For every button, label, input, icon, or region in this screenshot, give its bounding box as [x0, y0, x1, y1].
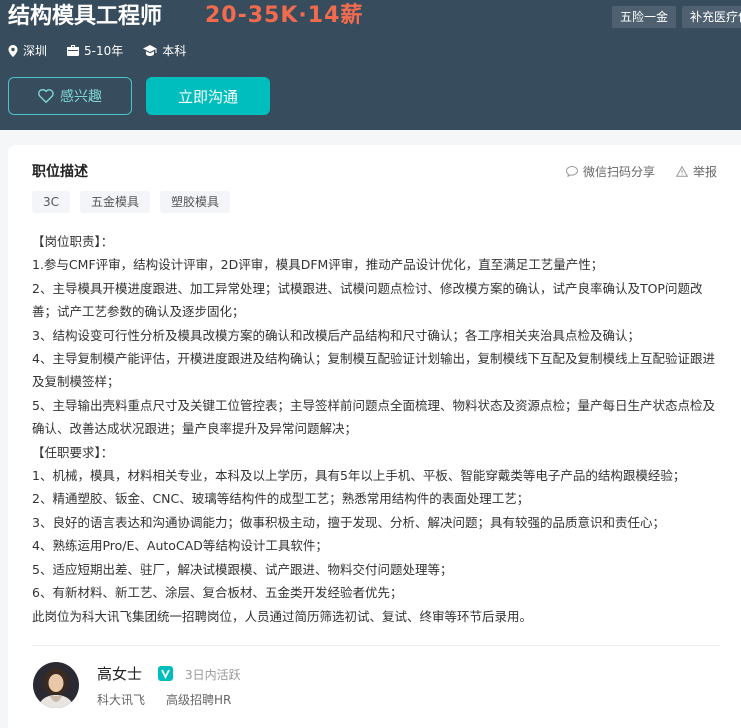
divider [32, 645, 720, 646]
interest-button[interactable]: 感兴趣 [8, 77, 132, 115]
job-title: 结构模具工程师 [8, 4, 163, 29]
education-label: 本科 [162, 44, 187, 58]
description-line: 4、主导复制模产能评估，开模进度跟进及结构确认；复制模互配验证计划输出，复制模线… [32, 351, 715, 390]
skill-tag: 3C [32, 191, 71, 213]
description-line: 6、有新材料、新工艺、涂层、复合板材、五金类开发经验者优先； [32, 585, 403, 601]
location-pin-icon [8, 44, 18, 57]
benefit-tags: 五险一金 补充医疗保 [612, 6, 741, 28]
experience-label: 5-10年 [84, 44, 124, 58]
chat-bubble-icon [566, 166, 578, 177]
graduation-cap-icon [143, 45, 157, 56]
description-line: 3、结构设变可行性分析及模具改模方案的确认和改模后产品结构和尺寸确认；各工序相关… [32, 327, 640, 343]
recruiter-role: 高级招聘HR [166, 693, 232, 707]
recruiter-name: 高女士 [97, 665, 143, 683]
share-label: 微信扫码分享 [583, 165, 656, 179]
description-line: 2、精通塑胶、钣金、CNC、玻璃等结构件的成型工艺；熟悉常用结构件的表面处理工艺… [32, 491, 530, 507]
location-label: 深圳 [23, 44, 48, 58]
section-title: 职位描述 [32, 164, 88, 180]
interest-label: 感兴趣 [60, 89, 102, 105]
recruiter-avatar[interactable] [33, 662, 79, 708]
chat-now-button[interactable]: 立即沟通 [146, 77, 270, 115]
description-line: 2、主导模具开模进度跟进、加工异常处理；试模跟进、试模问题点检讨、修改模方案的确… [32, 280, 703, 320]
recruiter-company: 科大讯飞 [97, 693, 146, 707]
skill-tags: 3C 五金模具 塑胶模具 [32, 191, 231, 213]
description-line: 1.参与CMF评审，结构设计评审，2D评审，模具DFM评审，推动产品设计优化，直… [32, 257, 604, 273]
avatar-image [33, 662, 79, 708]
experience: 5-10年 [67, 42, 123, 59]
benefit-tag: 五险一金 [612, 6, 677, 28]
description-line: 【任职要求】： [32, 444, 114, 460]
job-meta: 深圳 5-10年 本科 [8, 42, 206, 59]
active-status: 3日内活跃 [185, 668, 241, 682]
description-line: 5、适应短期出差、驻厂，解决试模跟模、试产跟进、物料交付问题处理等； [32, 561, 453, 577]
verified-icon [158, 666, 173, 681]
benefit-tag: 补充医疗保 [682, 6, 741, 28]
skill-tag: 塑胶模具 [160, 191, 231, 213]
job-header: 结构模具工程师 20-35K·14薪 五险一金 补充医疗保 深圳 5-10年 本… [0, 0, 741, 130]
warning-icon [676, 166, 688, 177]
job-description-text: 【岗位职责】： 1.参与CMF评审，结构设计评审，2D评审，模具DFM评审，推动… [32, 230, 722, 628]
report-label: 举报 [693, 165, 718, 179]
skill-tag: 五金模具 [80, 191, 151, 213]
report-link[interactable]: 举报 [676, 163, 717, 180]
description-line: 【岗位职责】： [32, 234, 114, 249]
salary: 20-35K·14薪 [205, 3, 364, 28]
briefcase-icon [67, 45, 80, 56]
education: 本科 [143, 42, 186, 59]
description-line: 5、主导输出壳料重点尺寸及关键工位管控表；主导签样前问题点全面梳理、物料状态及资… [32, 397, 715, 437]
heart-icon [38, 89, 54, 103]
description-line: 1、机械，模具，材料相关专业，本科及以上学历，具有5年以上手机、平板、智能穿戴类… [32, 468, 686, 484]
job-description-card: 职位描述 微信扫码分享 举报 3C 五金模具 塑胶模具 【岗位职责】： 1.参与… [8, 145, 741, 728]
description-line: 4、熟练运用Pro/E、AutoCAD等结构设计工具软件； [32, 538, 328, 554]
wechat-share-link[interactable]: 微信扫码分享 [566, 163, 655, 180]
location: 深圳 [8, 42, 47, 59]
description-line: 3、良好的语言表达和沟通协调能力；做事积极主动，擅于发现、分析、解决问题；具有较… [32, 514, 665, 530]
description-line: 此岗位为科大讯飞集团统一招聘岗位，人员通过简历筛选初试、复试、终审等环节后录用。 [32, 608, 533, 624]
